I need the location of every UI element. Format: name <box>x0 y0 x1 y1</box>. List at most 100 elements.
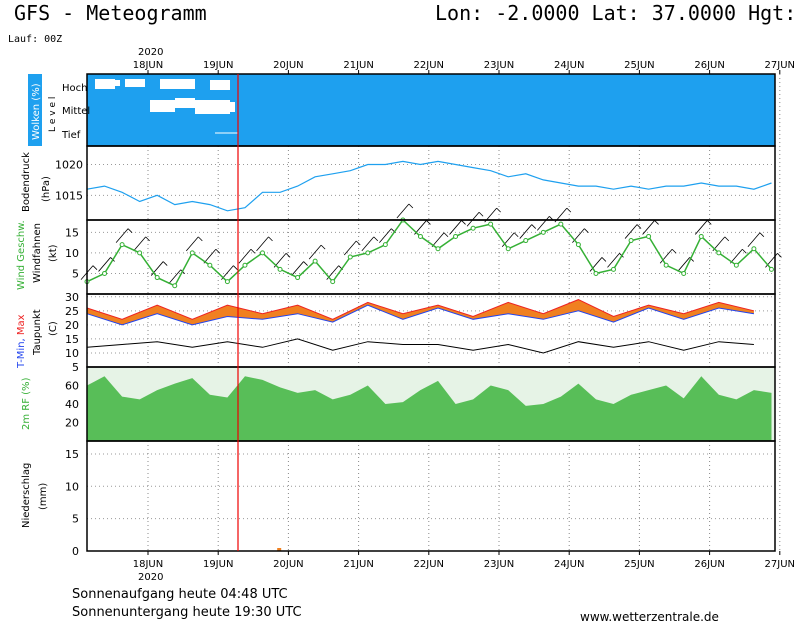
wind-barb-flag <box>162 261 168 266</box>
wind-speed-point <box>575 242 581 248</box>
meteogram: GFS - Meteogramm Lon: -2.0000 Lat: 37.00… <box>0 0 800 625</box>
wind-barb-flag <box>601 257 607 262</box>
wind-barb-flag <box>408 203 414 209</box>
date-label-top: 27JUN <box>765 60 795 71</box>
date-label-top: 21JUN <box>343 60 373 71</box>
wind-speed-point <box>733 262 739 268</box>
temp-tick-label: 20 <box>65 319 79 332</box>
wind-barb-flag <box>671 248 677 254</box>
wind-speed-point <box>119 242 125 248</box>
sunset-text: Sonnenuntergang heute 19:30 UTC <box>72 605 302 620</box>
wind-tick-label: 5 <box>72 267 79 280</box>
humidity-tick-label: 40 <box>65 398 79 411</box>
wind-speed-point <box>260 250 265 256</box>
wind-barb <box>431 232 445 248</box>
cloud-gap-3 <box>210 80 230 90</box>
date-label-bottom: 22JUN <box>414 559 444 570</box>
temp-tick-label: 15 <box>65 333 79 346</box>
wind-barb <box>519 224 533 239</box>
date-label-top: 18JUN <box>133 60 163 71</box>
wind-speed-point <box>540 229 546 235</box>
site-link[interactable]: www.wetterzentrale.de <box>580 610 719 624</box>
precip-tick-label: 15 <box>65 448 79 461</box>
wind-barb-flag <box>724 236 730 242</box>
wind-barb <box>150 261 164 276</box>
clouds-title: Wolken (%) <box>31 83 42 140</box>
wind-barb <box>203 248 217 264</box>
wind-barb <box>501 232 515 248</box>
cloud-level-low: Tief <box>61 130 81 141</box>
precip-tick-label: 0 <box>72 545 79 558</box>
wind-barb-flag <box>443 232 449 238</box>
wind-barb-flag <box>92 265 98 270</box>
pressure-tick-label: 1020 <box>55 159 83 172</box>
date-label-top: 24JUN <box>554 60 584 71</box>
wind-barb-flag <box>303 261 308 266</box>
wind-speed-point <box>488 221 494 227</box>
wind-barb-flag <box>566 207 572 213</box>
wind-tick-label: 15 <box>65 226 79 239</box>
run-label: Lauf: 00Z <box>8 34 62 45</box>
wind-barb-flag <box>461 220 466 225</box>
wind-speed-point <box>277 266 283 272</box>
wind-speed-point <box>505 246 511 252</box>
cloud-gap-1 <box>125 79 145 87</box>
wind-speed-point <box>137 250 143 256</box>
temp-unit: (C) <box>48 321 59 336</box>
wind-speed-point <box>207 262 213 268</box>
wind-speed-point <box>663 262 669 268</box>
dewpoint-line <box>86 338 754 354</box>
wind-barb-flag <box>268 236 273 242</box>
wind-barb <box>624 224 638 239</box>
wind-barbs-title: Windfahnen <box>32 223 43 283</box>
date-label-bottom: 27JUN <box>765 559 795 570</box>
wind-speed-point <box>224 279 230 285</box>
wind-barb-flag <box>478 211 484 217</box>
wind-barb-flag <box>584 228 589 233</box>
wind-barb-flag <box>320 244 326 250</box>
pressure-tick-label: 1015 <box>55 189 83 202</box>
cloud-gap-8 <box>110 80 120 86</box>
temp-minmax-title: T-Min, Max <box>16 314 27 369</box>
wind-barb <box>607 253 620 268</box>
wind-speed-title: Wind Geschw. <box>16 220 27 290</box>
wind-barb-flag <box>513 232 519 238</box>
wind-barb <box>466 211 480 227</box>
wind-barb-flag <box>742 248 747 254</box>
wind-unit: (kt) <box>48 244 59 262</box>
wind-barb-flag <box>496 207 501 213</box>
wind-barb <box>379 228 392 243</box>
wind-speed-point <box>172 283 178 289</box>
precip-title: Niederschlag <box>21 463 32 528</box>
wind-barb-flag <box>531 224 537 229</box>
wind-barb <box>589 257 603 272</box>
date-label-bottom: 21JUN <box>343 559 373 570</box>
humidity-title: 2m RF (%) <box>21 377 32 430</box>
wind-barb <box>361 236 375 252</box>
wind-barb <box>256 236 269 252</box>
date-label-top: 22JUN <box>414 60 444 71</box>
wind-speed-point <box>435 246 441 252</box>
wind-barb <box>642 220 655 235</box>
wind-speed-point <box>716 250 722 256</box>
wind-speed-point <box>681 270 687 276</box>
temp-tick-label: 30 <box>65 291 79 304</box>
wind-speed-point <box>189 250 195 256</box>
pressure-title: Bodendruck <box>21 152 32 212</box>
tmax-label: Max <box>16 314 27 335</box>
humidity-tick-label: 20 <box>65 417 79 430</box>
meteogram-chart: GFS - Meteogramm Lon: -2.0000 Lat: 37.00… <box>8 1 800 624</box>
tmin-label: T-Min, <box>16 338 27 369</box>
wind-speed-point <box>628 238 634 244</box>
wind-tick-label: 10 <box>65 247 79 260</box>
wind-speed-point <box>593 270 599 276</box>
precip-tick-label: 10 <box>65 480 79 493</box>
wind-speed-point <box>611 266 616 272</box>
wind-speed-point <box>154 275 160 281</box>
wind-barb-flag <box>706 220 712 225</box>
wind-speed-point <box>698 233 704 239</box>
date-label-bottom: 23JUN <box>484 559 514 570</box>
cloud-gap-2 <box>160 79 195 89</box>
wind-speed-point <box>365 250 371 256</box>
wind-barb-flag <box>636 224 642 229</box>
